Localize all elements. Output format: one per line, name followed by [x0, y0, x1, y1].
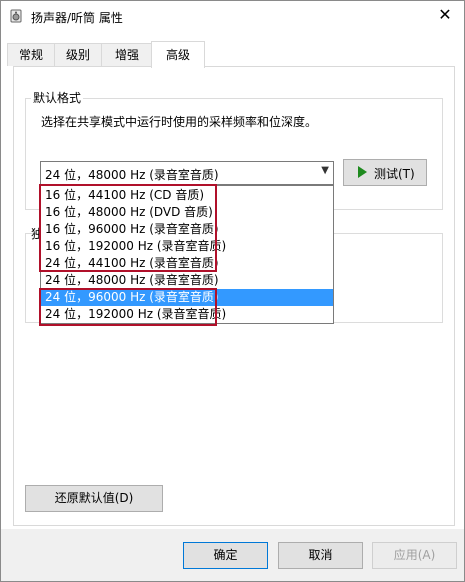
tab-levels[interactable]: 级别: [54, 43, 102, 66]
cancel-button[interactable]: 取消: [278, 542, 363, 569]
format-selected-value: 24 位，48000 Hz (录音室音质): [45, 168, 219, 182]
format-option[interactable]: 16 位，44100 Hz (CD 音质): [41, 187, 333, 204]
default-format-label: 默认格式: [31, 89, 84, 106]
speaker-icon: [9, 9, 23, 23]
tab-general[interactable]: 常规: [7, 43, 55, 66]
format-option[interactable]: 24 位，192000 Hz (录音室音质): [41, 306, 333, 323]
format-combobox[interactable]: 24 位，48000 Hz (录音室音质) ▼: [40, 161, 334, 185]
play-icon: [358, 166, 367, 178]
format-option[interactable]: 16 位，48000 Hz (DVD 音质): [41, 204, 333, 221]
title-bar: 扬声器/听筒 属性 ✕: [1, 1, 464, 31]
tab-enhancements[interactable]: 增强: [101, 43, 153, 66]
format-option[interactable]: 24 位，48000 Hz (录音室音质): [41, 272, 333, 289]
format-option[interactable]: 16 位，192000 Hz (录音室音质): [41, 238, 333, 255]
restore-defaults-button[interactable]: 还原默认值(D): [25, 485, 163, 512]
properties-window: 扬声器/听筒 属性 ✕ 常规 级别 增强 高级 默认格式 选择在共享模式中运行时…: [0, 0, 465, 582]
apply-button[interactable]: 应用(A): [372, 542, 457, 569]
window-title: 扬声器/听筒 属性: [31, 11, 123, 25]
tab-advanced[interactable]: 高级: [151, 41, 205, 68]
close-icon[interactable]: ✕: [432, 3, 458, 27]
test-button-label: 测试(T): [374, 167, 415, 181]
ok-button[interactable]: 确定: [183, 542, 268, 569]
format-option-selected[interactable]: 24 位，96000 Hz (录音室音质): [41, 289, 333, 306]
format-option[interactable]: 16 位，96000 Hz (录音室音质): [41, 221, 333, 238]
format-option[interactable]: 24 位，44100 Hz (录音室音质): [41, 255, 333, 272]
format-dropdown-list: 16 位，44100 Hz (CD 音质) 16 位，48000 Hz (DVD…: [40, 185, 334, 324]
test-button[interactable]: 测试(T): [343, 159, 427, 186]
chevron-down-icon: ▼: [321, 165, 329, 176]
format-description: 选择在共享模式中运行时使用的采样频率和位深度。: [41, 115, 318, 129]
